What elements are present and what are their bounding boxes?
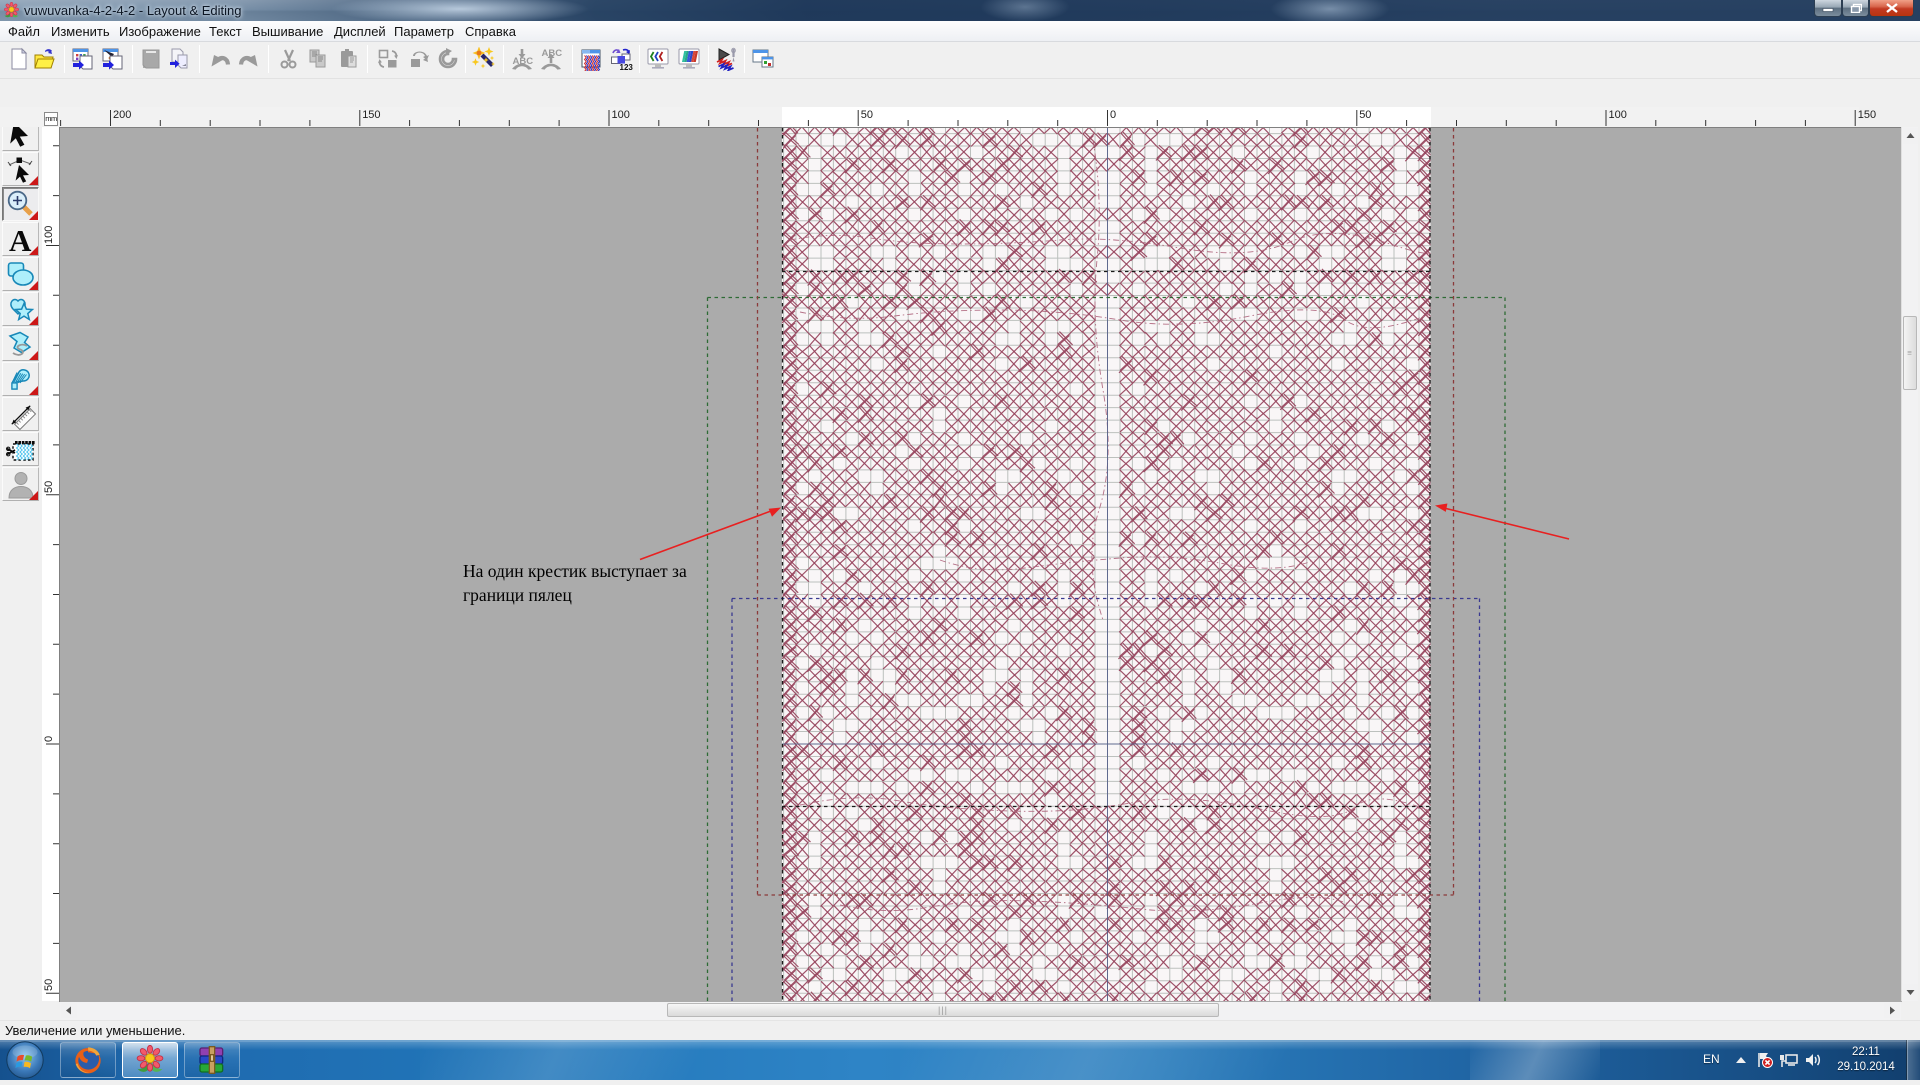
svg-text:123: 123 [620,63,634,71]
